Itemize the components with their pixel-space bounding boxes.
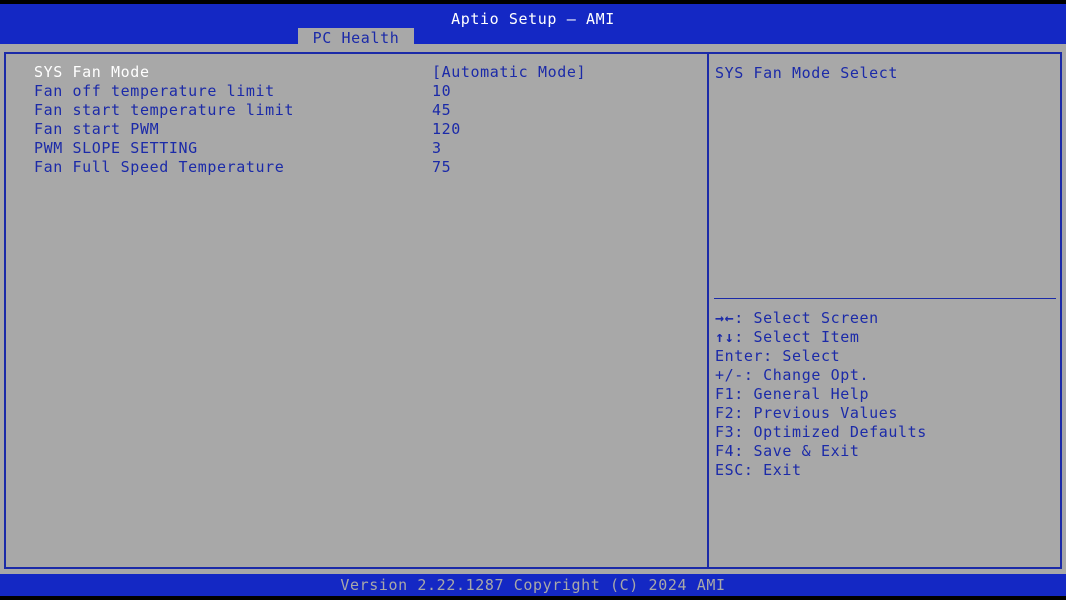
setting-label: SYS Fan Mode	[34, 63, 150, 81]
setting-row-sys-fan-mode[interactable]: SYS Fan Mode [Automatic Mode]	[34, 63, 694, 82]
key-help-f2: F2: Previous Values	[715, 404, 927, 423]
key-help-select-item: ↑↓: Select Item	[715, 328, 927, 347]
title-bar: Aptio Setup – AMI PC Health	[0, 4, 1066, 47]
setting-row-fan-start-temperature-limit[interactable]: Fan start temperature limit 45	[34, 101, 694, 120]
key-help-change-opt: +/-: Change Opt.	[715, 366, 927, 385]
key-help-f3: F3: Optimized Defaults	[715, 423, 927, 442]
setting-value[interactable]: 3	[432, 139, 442, 158]
key-help-desc: : Optimized Defaults	[734, 423, 927, 441]
setting-label: Fan start temperature limit	[34, 101, 295, 119]
key-help-select-screen: →←: Select Screen	[715, 309, 927, 328]
bios-screen: Aptio Setup – AMI PC Health SYS Fan Mode…	[0, 0, 1066, 600]
key-help-desc: : Exit	[743, 461, 802, 479]
key-help-desc: : General Help	[734, 385, 870, 403]
setting-value[interactable]: [Automatic Mode]	[432, 63, 586, 82]
settings-panel: SYS Fan Mode [Automatic Mode] Fan off te…	[4, 52, 709, 569]
arrows-left-right-icon: →←	[715, 309, 735, 327]
help-divider	[714, 298, 1056, 299]
key-help-desc: : Change Opt.	[743, 366, 870, 384]
key-help-desc: : Select	[763, 347, 841, 365]
setting-label: Fan start PWM	[34, 120, 160, 138]
key-help-key: F4	[715, 442, 735, 460]
key-help-f4: F4: Save & Exit	[715, 442, 927, 461]
key-help-key: F3	[715, 423, 735, 441]
setting-value[interactable]: 45	[432, 101, 451, 120]
arrows-up-down-icon: ↑↓	[715, 328, 735, 346]
setting-value[interactable]: 10	[432, 82, 451, 101]
key-help-esc: ESC: Exit	[715, 461, 927, 480]
help-description: SYS Fan Mode Select	[715, 64, 898, 82]
key-help-key: F1	[715, 385, 735, 403]
setting-label: PWM SLOPE SETTING	[34, 139, 198, 157]
setting-row-fan-full-speed-temperature[interactable]: Fan Full Speed Temperature 75	[34, 158, 694, 177]
setting-value[interactable]: 75	[432, 158, 451, 177]
setting-label: Fan off temperature limit	[34, 82, 275, 100]
key-help-desc: : Select Item	[734, 328, 860, 346]
setting-row-fan-off-temperature-limit[interactable]: Fan off temperature limit 10	[34, 82, 694, 101]
key-help-key: F2	[715, 404, 735, 422]
key-help-key: +/-	[715, 366, 744, 384]
version-copyright: Version 2.22.1287 Copyright (C) 2024 AMI	[340, 576, 726, 594]
key-help-desc: : Previous Values	[734, 404, 898, 422]
key-help-key: ESC	[715, 461, 744, 479]
setting-value[interactable]: 120	[432, 120, 461, 139]
setting-row-pwm-slope-setting[interactable]: PWM SLOPE SETTING 3	[34, 139, 694, 158]
key-help-f1: F1: General Help	[715, 385, 927, 404]
key-help-desc: : Select Screen	[734, 309, 879, 327]
footer-bar: Version 2.22.1287 Copyright (C) 2024 AMI	[0, 574, 1066, 596]
setting-label: Fan Full Speed Temperature	[34, 158, 285, 176]
key-help-enter: Enter: Select	[715, 347, 927, 366]
key-help-list: →←: Select Screen ↑↓: Select Item Enter:…	[715, 309, 927, 480]
main-area: SYS Fan Mode [Automatic Mode] Fan off te…	[0, 44, 1066, 574]
window-title: Aptio Setup – AMI	[451, 10, 615, 28]
key-help-desc: : Save & Exit	[734, 442, 860, 460]
key-help-key: Enter	[715, 347, 764, 365]
help-panel: SYS Fan Mode Select →←: Select Screen ↑↓…	[707, 52, 1062, 569]
setting-row-fan-start-pwm[interactable]: Fan start PWM 120	[34, 120, 694, 139]
